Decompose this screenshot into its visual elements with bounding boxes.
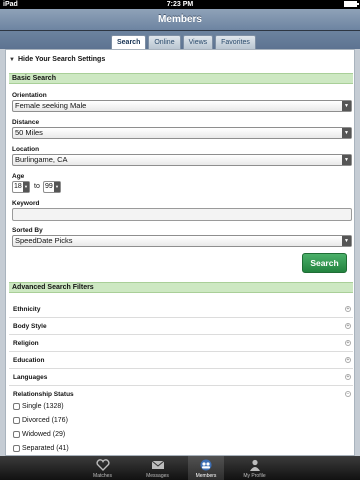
heart-icon: [95, 459, 110, 471]
expand-icon: +: [345, 306, 351, 312]
filter-relationship-status[interactable]: Relationship Status −: [9, 387, 353, 403]
option-label: Separated (41): [22, 445, 69, 452]
chevron-down-icon: ▼: [9, 56, 15, 63]
select-arrow-icon: ▼: [342, 101, 351, 111]
tab-online[interactable]: Online: [148, 35, 181, 49]
checkbox[interactable]: [13, 417, 20, 424]
expand-icon: +: [345, 374, 351, 380]
bottom-tab-messages[interactable]: Messages: [135, 456, 180, 480]
sorted-by-select[interactable]: SpeedDate Picks ▼: [12, 235, 352, 247]
tab-views[interactable]: Views: [182, 35, 214, 49]
age-to-label: to: [34, 183, 40, 190]
bottom-tab-label: My Profile: [243, 473, 266, 479]
person-icon: [249, 459, 260, 471]
members-icon: [200, 459, 212, 471]
distance-label: Distance: [12, 119, 40, 126]
option-widowed[interactable]: Widowed (29): [13, 431, 65, 438]
advanced-filters-header: Advanced Search Filters: [9, 282, 353, 293]
checkbox[interactable]: [13, 431, 20, 438]
option-label: Single (1328): [22, 403, 64, 410]
filter-label: Religion: [13, 340, 39, 347]
checkbox[interactable]: [13, 403, 20, 410]
option-label: Divorced (176): [22, 417, 68, 424]
location-value: Burlingame, CA: [15, 155, 68, 164]
navigation-bar: Members: [0, 9, 360, 31]
distance-select[interactable]: 50 Miles ▼: [12, 127, 352, 139]
tab-bar: Search Online Views Favorites: [0, 31, 360, 49]
age-max-value: 99: [45, 183, 53, 190]
filter-ethnicity[interactable]: Ethnicity +: [9, 302, 353, 318]
age-min-value: 18: [14, 183, 22, 190]
select-arrow-icon: ▼: [342, 128, 351, 138]
collapse-icon: −: [345, 391, 351, 397]
keyword-label: Keyword: [12, 200, 40, 207]
age-min-select[interactable]: 18 ▼: [12, 181, 30, 193]
orientation-select[interactable]: Female seeking Male ▼: [12, 100, 352, 112]
battery-icon: [344, 1, 359, 7]
filter-languages[interactable]: Languages +: [9, 370, 353, 386]
option-label: Widowed (29): [22, 431, 66, 438]
filter-education[interactable]: Education +: [9, 353, 353, 369]
page-title: Members: [158, 14, 202, 25]
bottom-tab-my-profile[interactable]: My Profile: [232, 456, 277, 480]
sorted-by-label: Sorted By: [12, 227, 43, 234]
bottom-tab-label: Members: [195, 473, 217, 479]
tab-search[interactable]: Search: [111, 35, 147, 49]
orientation-label: Orientation: [12, 92, 47, 99]
option-single[interactable]: Single (1328): [13, 403, 64, 410]
select-arrow-icon: ▼: [54, 182, 60, 192]
battery-indicator: [344, 0, 359, 7]
status-bar: iPad 7:23 PM: [0, 0, 360, 9]
hide-settings-toggle[interactable]: ▼ Hide Your Search Settings: [9, 56, 105, 63]
hide-settings-label: Hide Your Search Settings: [17, 56, 106, 63]
bottom-tab-label: Matches: [93, 473, 112, 479]
bottom-tab-matches[interactable]: Matches: [80, 456, 125, 480]
option-divorced[interactable]: Divorced (176): [13, 417, 68, 424]
sorted-by-value: SpeedDate Picks: [15, 236, 73, 245]
orientation-value: Female seeking Male: [15, 101, 87, 110]
search-panel: ▼ Hide Your Search Settings Basic Search…: [5, 49, 355, 456]
filter-label: Relationship Status: [13, 391, 74, 398]
bottom-tab-members[interactable]: Members: [188, 456, 224, 480]
option-separated[interactable]: Separated (41): [13, 445, 69, 452]
basic-search-header: Basic Search: [9, 73, 353, 84]
expand-icon: +: [345, 357, 351, 363]
envelope-icon: [151, 460, 164, 469]
location-label: Location: [12, 146, 40, 153]
filter-label: Ethnicity: [13, 306, 41, 313]
bottom-tab-bar: Matches Messages Members My Profile: [0, 456, 360, 480]
filter-label: Body Style: [13, 323, 47, 330]
bottom-tab-label: Messages: [146, 473, 169, 479]
tab-favorites[interactable]: Favorites: [215, 35, 256, 49]
age-max-select[interactable]: 99 ▼: [43, 181, 61, 193]
search-button[interactable]: Search: [302, 253, 347, 273]
filter-religion[interactable]: Religion +: [9, 336, 353, 352]
filter-body-style[interactable]: Body Style +: [9, 319, 353, 335]
status-time: 7:23 PM: [166, 1, 194, 8]
select-arrow-icon: ▼: [342, 155, 351, 165]
keyword-input[interactable]: [12, 208, 352, 221]
age-label: Age: [12, 173, 25, 180]
select-arrow-icon: ▼: [23, 182, 29, 192]
filter-label: Languages: [13, 374, 48, 381]
location-select[interactable]: Burlingame, CA ▼: [12, 154, 352, 166]
checkbox[interactable]: [13, 445, 20, 452]
filter-label: Education: [13, 357, 45, 364]
select-arrow-icon: ▼: [342, 236, 351, 246]
distance-value: 50 Miles: [15, 128, 43, 137]
expand-icon: +: [345, 323, 351, 329]
expand-icon: +: [345, 340, 351, 346]
